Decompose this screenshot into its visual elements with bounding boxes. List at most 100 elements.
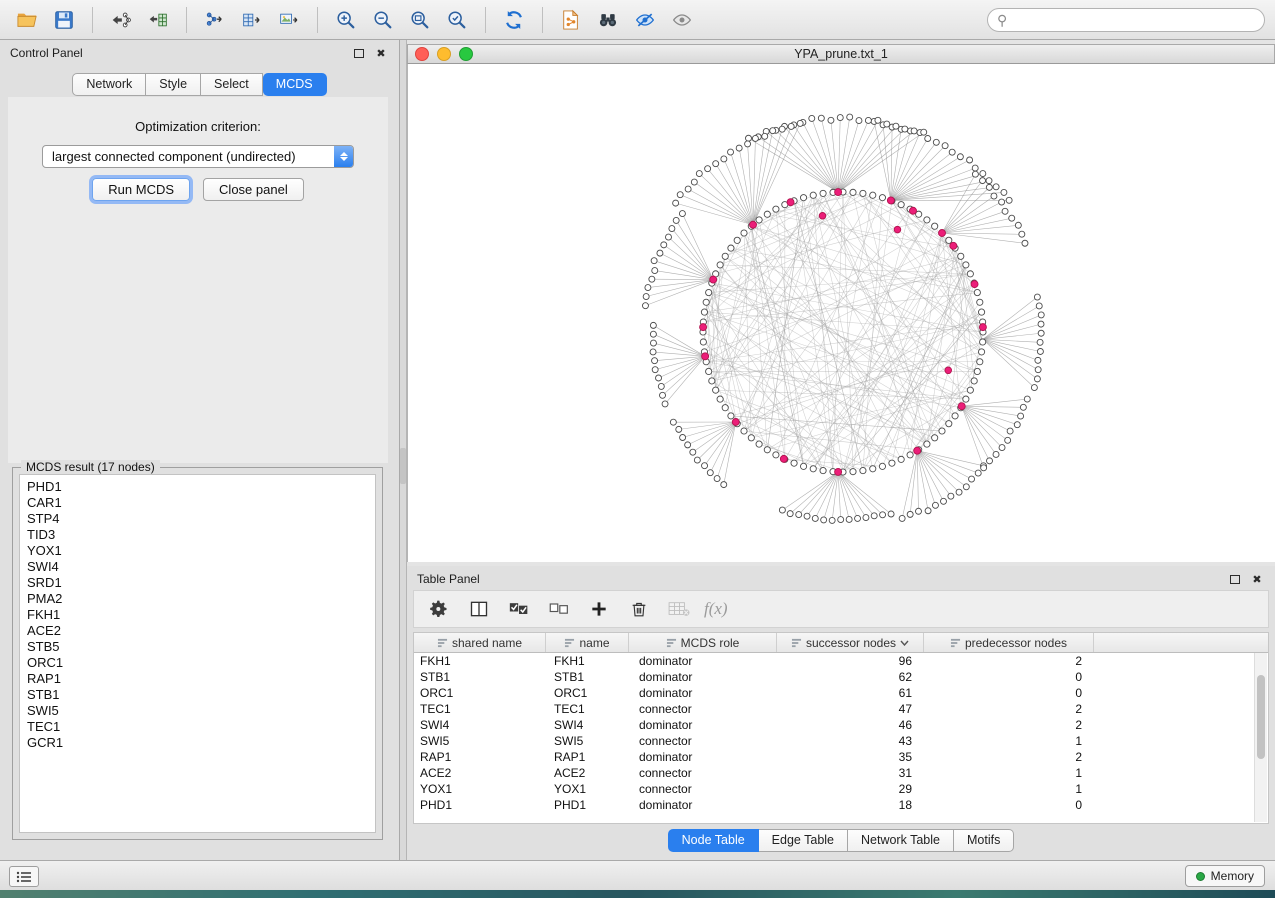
search-binoculars-button[interactable]: [591, 4, 625, 36]
vertical-splitter[interactable]: [400, 40, 407, 860]
open-session-button[interactable]: [10, 4, 44, 36]
export-image-button[interactable]: [272, 4, 306, 36]
network-node[interactable]: [828, 117, 834, 123]
table-cell[interactable]: dominator: [629, 749, 777, 765]
search-box[interactable]: ⚲: [987, 8, 1265, 32]
table-cell[interactable]: connector: [629, 781, 777, 797]
network-node[interactable]: [642, 303, 648, 309]
dominator-node[interactable]: [894, 226, 901, 233]
network-node[interactable]: [1002, 208, 1008, 214]
network-node[interactable]: [722, 253, 728, 259]
network-node[interactable]: [745, 141, 751, 147]
network-node[interactable]: [691, 179, 697, 185]
refresh-layout-button[interactable]: [497, 4, 531, 36]
table-cell[interactable]: YOX1: [546, 781, 629, 797]
network-node[interactable]: [820, 467, 826, 473]
table-cell[interactable]: connector: [629, 701, 777, 717]
network-node[interactable]: [649, 276, 655, 282]
network-node[interactable]: [884, 121, 890, 127]
network-node[interactable]: [969, 476, 975, 482]
network-node[interactable]: [741, 230, 747, 236]
network-node[interactable]: [921, 129, 927, 135]
network-node[interactable]: [847, 114, 853, 120]
network-node[interactable]: [787, 511, 793, 517]
network-node[interactable]: [696, 171, 702, 177]
network-node[interactable]: [902, 126, 908, 132]
network-node[interactable]: [680, 434, 686, 440]
network-node[interactable]: [865, 117, 871, 123]
export-table-button[interactable]: [235, 4, 269, 36]
network-node[interactable]: [963, 262, 969, 268]
close-panel-button[interactable]: Close panel: [203, 178, 304, 201]
mcds-result-item[interactable]: SWI5: [20, 703, 375, 719]
dominator-node[interactable]: [938, 230, 945, 237]
network-node[interactable]: [893, 123, 899, 129]
network-node[interactable]: [972, 165, 978, 171]
network-node[interactable]: [978, 309, 984, 315]
table-cell[interactable]: RAP1: [414, 749, 546, 765]
network-node[interactable]: [860, 190, 866, 196]
table-cell[interactable]: ORC1: [546, 685, 629, 701]
dominator-node[interactable]: [979, 324, 986, 331]
network-node[interactable]: [946, 421, 952, 427]
network-node[interactable]: [980, 339, 986, 345]
network-node[interactable]: [980, 171, 986, 177]
tab-select[interactable]: Select: [201, 73, 263, 96]
network-node[interactable]: [924, 441, 930, 447]
network-node[interactable]: [933, 139, 939, 145]
network-node[interactable]: [662, 401, 668, 407]
network-node[interactable]: [1020, 404, 1026, 410]
zoom-out-button[interactable]: [366, 4, 400, 36]
network-node[interactable]: [1006, 197, 1012, 203]
delete-column-button[interactable]: [624, 594, 654, 624]
dominator-node[interactable]: [780, 455, 787, 462]
network-node[interactable]: [679, 211, 685, 217]
network-node[interactable]: [980, 178, 986, 184]
network-node[interactable]: [702, 463, 708, 469]
network-node[interactable]: [946, 237, 952, 243]
network-node[interactable]: [821, 517, 827, 523]
network-node[interactable]: [812, 515, 818, 521]
network-node[interactable]: [701, 309, 707, 315]
network-node[interactable]: [673, 217, 679, 223]
network-node[interactable]: [1034, 294, 1040, 300]
network-node[interactable]: [669, 226, 675, 232]
mcds-result-item[interactable]: ORC1: [20, 655, 375, 671]
network-node[interactable]: [709, 378, 715, 384]
table-cell[interactable]: 47: [777, 701, 924, 717]
table-cell[interactable]: SWI5: [546, 733, 629, 749]
network-node[interactable]: [741, 428, 747, 434]
table-cell[interactable]: RAP1: [546, 749, 629, 765]
mcds-result-item[interactable]: SWI4: [20, 559, 375, 575]
network-node[interactable]: [651, 258, 657, 264]
network-node[interactable]: [967, 387, 973, 393]
table-cell[interactable]: STB1: [546, 669, 629, 685]
column-header-successor-nodes[interactable]: successor nodes: [777, 633, 924, 652]
network-node[interactable]: [855, 515, 861, 521]
network-node[interactable]: [875, 117, 881, 123]
tab-style[interactable]: Style: [146, 73, 201, 96]
table-cell[interactable]: dominator: [629, 669, 777, 685]
mcds-result-item[interactable]: STB5: [20, 639, 375, 655]
network-node[interactable]: [915, 508, 921, 514]
network-node[interactable]: [645, 285, 651, 291]
select-all-button[interactable]: [504, 594, 534, 624]
network-node[interactable]: [898, 456, 904, 462]
table-cell[interactable]: 43: [777, 733, 924, 749]
network-node[interactable]: [756, 441, 762, 447]
dominator-node[interactable]: [950, 242, 957, 249]
table-cell[interactable]: YOX1: [414, 781, 546, 797]
tab-motifs[interactable]: Motifs: [954, 829, 1014, 852]
network-node[interactable]: [797, 120, 803, 126]
table-row[interactable]: FKH1FKH1dominator962: [414, 653, 1268, 669]
dominator-node[interactable]: [710, 276, 717, 283]
network-node[interactable]: [728, 245, 734, 251]
network-node[interactable]: [899, 515, 905, 521]
network-node[interactable]: [967, 157, 973, 163]
table-cell[interactable]: 1: [924, 733, 1094, 749]
settings-gear-button[interactable]: [424, 594, 454, 624]
close-icon[interactable]: ✖: [1249, 572, 1265, 586]
network-node[interactable]: [690, 449, 696, 455]
zoom-selected-button[interactable]: [440, 4, 474, 36]
network-node[interactable]: [658, 383, 664, 389]
